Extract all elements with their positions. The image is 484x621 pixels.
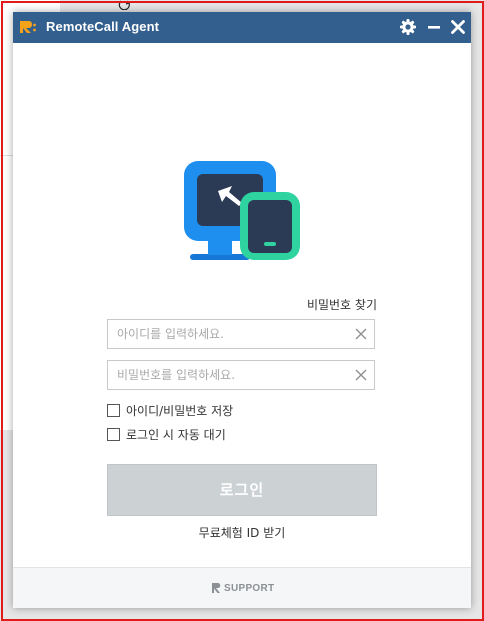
app-logo-icon — [20, 21, 36, 33]
title-bar[interactable]: RemoteCall Agent — [13, 12, 471, 43]
rsupport-logo-icon — [212, 583, 221, 593]
auto-login-label: 로그인 시 자동 대기 — [126, 427, 226, 442]
minimize-icon[interactable] — [425, 18, 443, 36]
clear-icon[interactable] — [354, 327, 368, 341]
auto-login-checkbox[interactable] — [107, 427, 120, 441]
footer-brand-text: SUPPORT — [224, 582, 275, 594]
footer: SUPPORT — [13, 567, 471, 608]
remote-device-illustration — [184, 161, 300, 260]
app-window: RemoteCall Agent 비밀번호 찾기 아이디를 입력하세요. 아이디… — [13, 12, 471, 608]
save-credentials-label: 아이디/비밀번호 저장 — [126, 403, 234, 418]
find-password-link[interactable]: 비밀번호 찾기 — [307, 296, 377, 313]
window-title: RemoteCall Agent — [46, 19, 160, 34]
save-credentials-checkbox[interactable] — [107, 403, 120, 417]
password-field[interactable] — [107, 360, 375, 390]
free-trial-link[interactable]: 무료체험 ID 받기 — [13, 524, 471, 541]
clear-icon[interactable] — [354, 368, 368, 382]
id-input[interactable] — [108, 320, 357, 348]
save-credentials-option[interactable]: 아이디/비밀번호 저장 — [107, 402, 233, 418]
close-icon[interactable] — [449, 18, 467, 36]
auto-login-option[interactable]: 로그인 시 자동 대기 — [107, 426, 226, 442]
password-input[interactable] — [108, 361, 357, 389]
login-button[interactable]: 로그인 — [107, 464, 377, 516]
id-field[interactable] — [107, 319, 375, 349]
footer-brand: SUPPORT — [211, 582, 274, 594]
gear-icon[interactable] — [399, 18, 417, 36]
